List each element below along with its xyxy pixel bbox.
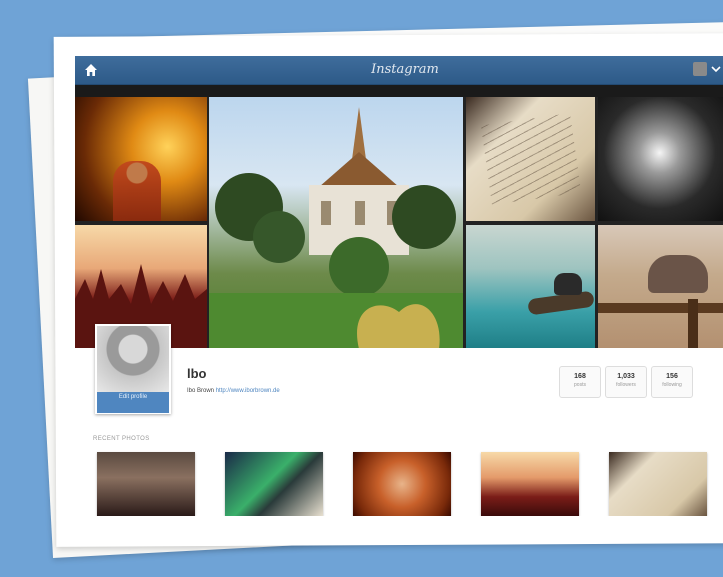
bio-name: Ibo Brown	[187, 388, 215, 394]
letter-lines	[480, 113, 582, 205]
fence-post	[688, 299, 698, 349]
chevron-down-icon[interactable]	[711, 64, 721, 74]
profile-picture[interactable]: Edit profile	[95, 324, 171, 414]
photo-sea-cat[interactable]	[466, 225, 595, 349]
profile-info: lbo Ibo Brown http://www.iborbrown.de 16…	[75, 348, 723, 418]
photo-handwritten-letter[interactable]	[466, 97, 595, 221]
profile-stats: 168 posts 1,033 followers 156 following	[559, 366, 693, 398]
recent-photo-3[interactable]	[353, 452, 451, 516]
photo-golden-buddha[interactable]	[75, 97, 207, 221]
user-menu[interactable]	[693, 62, 721, 76]
app-title: Instagram	[371, 62, 439, 77]
person-figure	[113, 161, 161, 221]
recent-photo-2[interactable]	[225, 452, 323, 516]
app-window: Instagram lbo Ibo Brown http://www.iborb…	[75, 56, 723, 516]
recent-photos-label: Recent photos	[93, 436, 150, 442]
cat-shape	[554, 273, 582, 295]
profile-name: lbo	[187, 366, 207, 381]
stat-following-count: 156	[666, 373, 678, 380]
stat-following[interactable]: 156 following	[651, 366, 693, 398]
photo-elephant-beach[interactable]	[598, 225, 723, 349]
stat-followers-count: 1,033	[617, 373, 635, 380]
photo-mosaic	[75, 97, 723, 349]
stat-followers-label: followers	[616, 382, 636, 388]
fence-rail	[598, 303, 723, 313]
bio-link[interactable]: http://www.iborbrown.de	[216, 388, 280, 394]
elephant-shape	[648, 255, 708, 293]
recent-photo-4[interactable]	[481, 452, 579, 516]
recent-photo-5[interactable]	[609, 452, 707, 516]
header-band	[75, 85, 723, 97]
user-avatar[interactable]	[693, 62, 707, 76]
photo-black-white-temple[interactable]	[598, 97, 723, 221]
photo-grand-palace[interactable]	[209, 97, 463, 349]
stat-following-label: following	[662, 382, 682, 388]
avatar	[97, 326, 169, 392]
top-bar: Instagram	[75, 56, 723, 85]
stat-posts[interactable]: 168 posts	[559, 366, 601, 398]
edit-profile-button[interactable]: Edit profile	[97, 392, 169, 413]
recent-photos-row	[97, 452, 707, 516]
palace-illustration	[209, 107, 463, 349]
recent-photo-1[interactable]	[97, 452, 195, 516]
stat-posts-label: posts	[574, 382, 586, 388]
stat-followers[interactable]: 1,033 followers	[605, 366, 647, 398]
stat-posts-count: 168	[574, 373, 586, 380]
profile-bio: Ibo Brown http://www.iborbrown.de	[187, 388, 280, 394]
